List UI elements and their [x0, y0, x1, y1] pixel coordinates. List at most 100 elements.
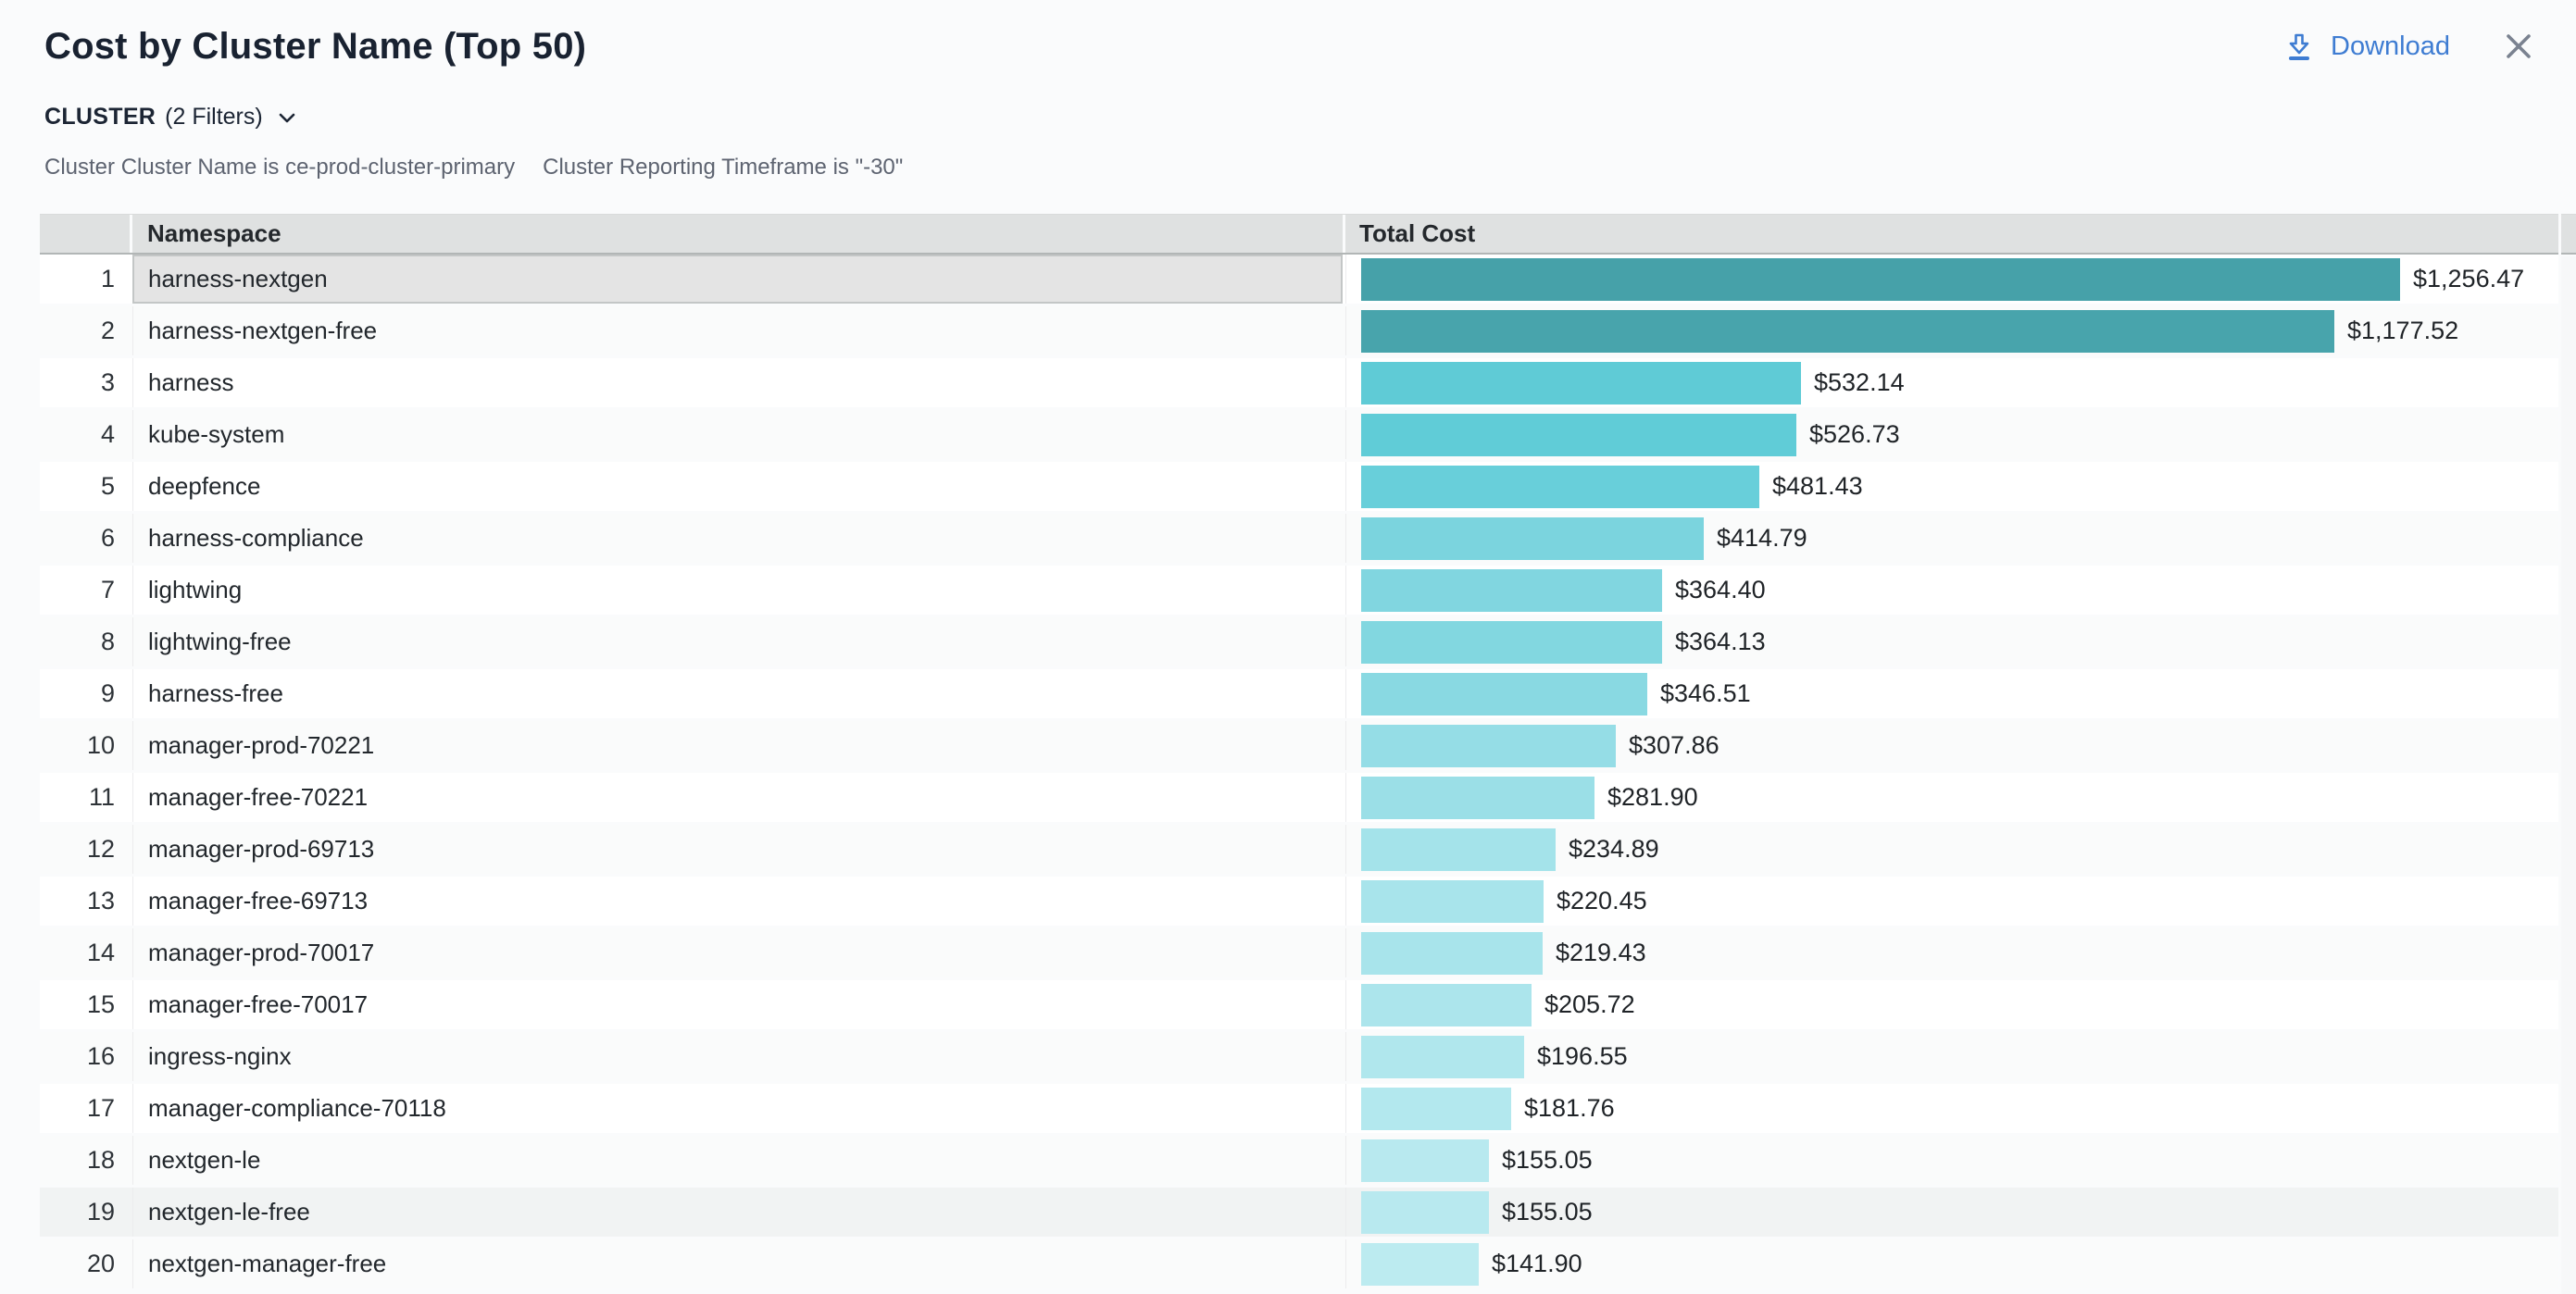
namespace-cell[interactable]: harness-nextgen-free [132, 306, 1343, 355]
namespace-cell[interactable]: harness [132, 358, 1343, 407]
cost-cell: $532.14 [1345, 358, 2558, 407]
table-row[interactable]: 2harness-nextgen-free$1,177.52 [40, 306, 2558, 358]
table-header-row: Namespace Total Cost [40, 214, 2558, 255]
cost-bar[interactable] [1361, 777, 1594, 819]
cost-bar[interactable] [1361, 258, 2400, 301]
namespace-column-header[interactable]: Namespace [132, 215, 1343, 253]
cost-cell: $526.73 [1345, 410, 2558, 459]
table-row[interactable]: 5deepfence $481.43 [40, 462, 2558, 514]
table-row[interactable]: 16ingress-nginx$196.55 [40, 1032, 2558, 1084]
table-row[interactable]: 12manager-prod-69713$234.89 [40, 825, 2558, 877]
table-row[interactable]: 15manager-free-70017$205.72 [40, 980, 2558, 1032]
table-row[interactable]: 20nextgen-manager-free$141.90 [40, 1239, 2558, 1291]
cluster-filter-dropdown[interactable]: CLUSTER (2 Filters) [44, 100, 296, 133]
namespace-cell[interactable]: nextgen-manager-free [132, 1239, 1343, 1288]
cost-bar[interactable] [1361, 517, 1704, 560]
cost-bar[interactable] [1361, 673, 1647, 715]
cost-cell: $205.72 [1345, 980, 2558, 1029]
table-row[interactable]: 11manager-free-70221$281.90 [40, 773, 2558, 825]
cost-bar[interactable] [1361, 621, 1662, 664]
table-row[interactable]: 3harness$532.14 [40, 358, 2558, 410]
namespace-cell[interactable]: manager-prod-70221 [132, 721, 1343, 770]
namespace-cell[interactable]: harness-free [132, 669, 1343, 718]
namespace-cell[interactable]: manager-prod-69713 [132, 825, 1343, 874]
cost-value-label: $307.86 [1629, 731, 1719, 760]
vertical-scrollbar-track[interactable] [2561, 256, 2576, 1294]
namespace-cell[interactable]: harness-nextgen [132, 255, 1343, 304]
namespace-cell[interactable]: ingress-nginx [132, 1032, 1343, 1081]
cost-bar[interactable] [1361, 569, 1662, 612]
filter-count-label: (2 Filters) [165, 104, 263, 131]
cost-table: Namespace Total Cost 1harness-nextgen$1,… [40, 214, 2558, 1291]
row-number: 1 [40, 255, 130, 304]
table-row[interactable]: 1harness-nextgen$1,256.47 [40, 255, 2558, 306]
cost-cell: $1,177.52 [1345, 306, 2558, 355]
panel-header: Cost by Cluster Name (Top 50) Download [44, 24, 2539, 72]
cost-cell: $307.86 [1345, 721, 2558, 770]
table-row[interactable]: 14manager-prod-70017$219.43 [40, 928, 2558, 980]
namespace-cell[interactable]: nextgen-le [132, 1136, 1343, 1185]
table-row[interactable]: 9harness-free$346.51 [40, 669, 2558, 721]
namespace-cell[interactable]: lightwing-free [132, 617, 1343, 666]
cost-bar[interactable] [1361, 828, 1556, 871]
cost-value-label: $481.43 [1772, 472, 1863, 501]
page-title: Cost by Cluster Name (Top 50) [44, 24, 2539, 68]
cost-value-label: $181.76 [1524, 1094, 1615, 1123]
applied-filters: Cluster Cluster Name is ce-prod-cluster-… [44, 152, 903, 183]
cost-bar[interactable] [1361, 1088, 1511, 1130]
cost-value-label: $155.05 [1502, 1198, 1593, 1226]
cost-bar[interactable] [1361, 466, 1759, 508]
cost-value-label: $364.13 [1675, 628, 1766, 656]
cost-bar[interactable] [1361, 725, 1616, 767]
filter-item-reporting-timeframe: Cluster Reporting Timeframe is "-30" [543, 152, 903, 183]
row-number: 6 [40, 514, 130, 563]
namespace-cell[interactable]: lightwing [132, 566, 1343, 615]
cost-bar[interactable] [1361, 1243, 1479, 1286]
namespace-cell[interactable]: kube-system [132, 410, 1343, 459]
cost-cell: $346.51 [1345, 669, 2558, 718]
table-row[interactable]: 18nextgen-le$155.05 [40, 1136, 2558, 1188]
namespace-cell[interactable]: deepfence [132, 462, 1343, 511]
table-row[interactable]: 7lightwing$364.40 [40, 566, 2558, 617]
table-row[interactable]: 10manager-prod-70221 $307.86 [40, 721, 2558, 773]
row-number: 13 [40, 877, 130, 926]
row-number: 20 [40, 1239, 130, 1288]
table-row[interactable]: 4kube-system$526.73 [40, 410, 2558, 462]
cost-bar[interactable] [1361, 932, 1543, 975]
table-row[interactable]: 13manager-free-69713$220.45 [40, 877, 2558, 928]
namespace-cell[interactable]: harness-compliance [132, 514, 1343, 563]
namespace-cell[interactable]: manager-prod-70017 [132, 928, 1343, 977]
namespace-cell[interactable]: nextgen-le-free [132, 1188, 1343, 1237]
table-row[interactable]: 6harness-compliance$414.79 [40, 514, 2558, 566]
row-number: 14 [40, 928, 130, 977]
filter-item-cluster-name: Cluster Cluster Name is ce-prod-cluster-… [44, 152, 515, 183]
table-row[interactable]: 19nextgen-le-free$155.05 [40, 1188, 2558, 1239]
table-body: 1harness-nextgen$1,256.472harness-nextge… [40, 255, 2558, 1291]
cost-bar[interactable] [1361, 1036, 1524, 1078]
row-number: 10 [40, 721, 130, 770]
download-button[interactable]: Download [2282, 26, 2450, 67]
namespace-cell[interactable]: manager-free-70017 [132, 980, 1343, 1029]
row-number: 8 [40, 617, 130, 666]
cost-bar[interactable] [1361, 310, 2334, 353]
close-button[interactable] [2498, 26, 2539, 67]
table-row[interactable]: 17manager-compliance-70118$181.76 [40, 1084, 2558, 1136]
chevron-down-icon [272, 108, 296, 125]
namespace-cell[interactable]: manager-free-69713 [132, 877, 1343, 926]
row-number: 16 [40, 1032, 130, 1081]
row-number: 5 [40, 462, 130, 511]
cost-cell: $219.43 [1345, 928, 2558, 977]
cost-bar[interactable] [1361, 1191, 1489, 1234]
table-row[interactable]: 8lightwing-free $364.13 [40, 617, 2558, 669]
cost-bar[interactable] [1361, 880, 1544, 923]
cost-bar[interactable] [1361, 414, 1796, 456]
namespace-cell[interactable]: manager-compliance-70118 [132, 1084, 1343, 1133]
row-number: 2 [40, 306, 130, 355]
cost-bar[interactable] [1361, 1139, 1489, 1182]
total-cost-column-header[interactable]: Total Cost [1345, 215, 2558, 253]
cost-value-label: $346.51 [1660, 679, 1751, 708]
cost-bar[interactable] [1361, 362, 1801, 404]
namespace-cell[interactable]: manager-free-70221 [132, 773, 1343, 822]
cost-bar[interactable] [1361, 984, 1532, 1026]
row-number: 15 [40, 980, 130, 1029]
